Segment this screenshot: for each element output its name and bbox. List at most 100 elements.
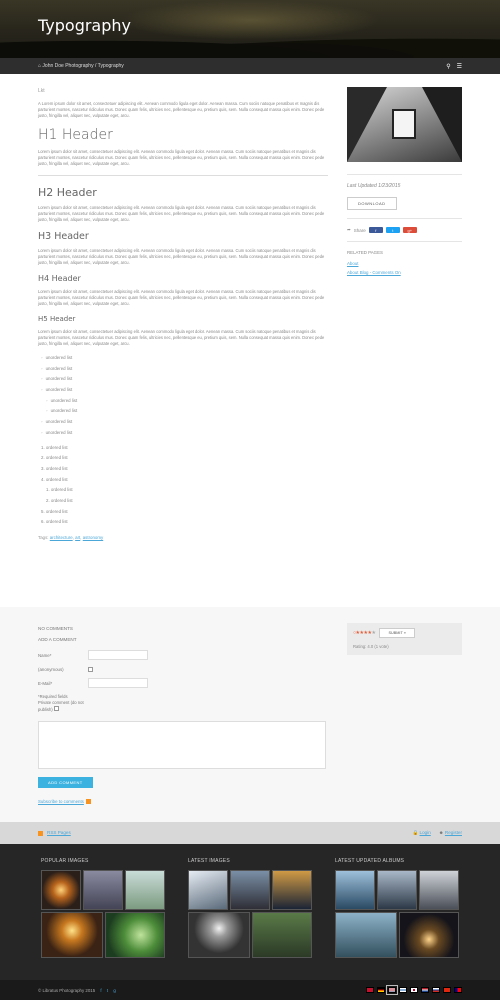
gallery-thumbnail[interactable] (272, 870, 312, 910)
flag-icon[interactable] (399, 987, 407, 993)
bottom-bar: © Libratus Photography 2015 f t g (0, 980, 500, 1000)
ordered-list: 1. ordered list 2. ordered list 3. order… (38, 445, 328, 531)
home-icon: ⌂ (38, 63, 42, 69)
flag-icon[interactable] (366, 987, 374, 993)
page-thumbnail[interactable] (347, 87, 462, 162)
gallery-thumbnail[interactable] (41, 912, 103, 958)
list-item: unordered list (38, 408, 328, 419)
sidebar: Last Updated 1/23/2015 DOWNLOAD ➦ Share … (347, 87, 462, 279)
related-link[interactable]: About (347, 261, 462, 266)
paragraph: Lorem ipsum dolor sit amet, consectetuer… (38, 289, 325, 306)
tag-list: Tags: architecture, art, astronomy (38, 535, 104, 540)
list-item: unordered list (38, 355, 328, 366)
paragraph: Lorem ipsum dolor sit amet, consectetuer… (38, 205, 325, 222)
tag-link[interactable]: astronomy (83, 535, 104, 540)
list-item: 1. ordered list (41, 444, 68, 450)
flag-icon[interactable] (410, 987, 418, 993)
tag-link[interactable]: art (75, 535, 80, 540)
list-item: unordered list (38, 376, 328, 387)
last-updated: Last Updated 1/23/2015 (347, 183, 401, 189)
rating-submit-button[interactable]: SUBMIT » (379, 628, 415, 638)
twitter-share-button[interactable]: t (385, 227, 400, 233)
related-link[interactable]: About Blog - Comments On (347, 270, 462, 275)
email-field[interactable] (88, 678, 148, 688)
name-label: Name* (38, 652, 52, 658)
name-field[interactable] (88, 650, 148, 660)
gallery-thumbnail[interactable] (230, 870, 270, 910)
breadcrumb-current: Typography (97, 63, 124, 69)
album-thumbnail[interactable] (377, 870, 417, 910)
list-item: unordered list (38, 430, 328, 441)
lock-icon: 🔒 (412, 830, 419, 835)
facebook-icon[interactable]: f (100, 988, 101, 993)
gallery-thumbnail[interactable] (188, 912, 250, 958)
share-icon: ➦ (347, 227, 351, 232)
intro-paragraph: A Lorem ipsum dolor sit amet, consectetu… (38, 101, 325, 118)
h3-header: H3 Header (38, 231, 89, 242)
anonymous-label: (anonymous) (38, 666, 64, 672)
add-comment-button[interactable]: ADD COMMENT (38, 777, 93, 788)
list-item: 2. ordered list (46, 497, 73, 503)
list-item: 1. ordered list (46, 487, 73, 493)
rating-text: Rating: 4.0 (1 vote) (353, 644, 389, 649)
unordered-list: unordered list unordered list unordered … (38, 355, 328, 441)
gallery-thumbnail[interactable] (125, 870, 165, 910)
share-bar: ➦ Share f t g+ (347, 227, 462, 233)
related-heading: RELATED PAGES (347, 250, 383, 255)
list-item: unordered list (38, 419, 328, 430)
flag-icon[interactable] (377, 987, 385, 993)
login-link[interactable]: Login (420, 830, 431, 835)
gallery-thumbnail[interactable] (252, 912, 312, 958)
twitter-icon[interactable]: t (107, 988, 108, 993)
rss-icon (85, 799, 91, 805)
private-checkbox[interactable] (53, 706, 59, 711)
h5-header: H5 Header (38, 315, 76, 323)
paragraph: Lorem ipsum dolor sit amet, consectetuer… (38, 149, 325, 166)
search-icon[interactable]: ⚲ (446, 63, 450, 70)
list-item: unordered list (38, 398, 328, 409)
gallery-thumbnail[interactable] (41, 870, 81, 910)
google-share-button[interactable]: g+ (402, 227, 417, 233)
comments-heading: NO COMMENTS (38, 626, 73, 631)
breadcrumb-home-link[interactable]: John Doe Photography (42, 63, 93, 69)
comment-textarea[interactable] (38, 721, 326, 769)
google-plus-icon[interactable]: g (113, 988, 115, 993)
email-label: E-Mail* (38, 680, 53, 686)
register-link[interactable]: Register (445, 830, 462, 835)
rating-box: ○★★★★★ SUBMIT » Rating: 4.0 (1 vote) (347, 623, 462, 655)
private-label: Private comment (do not publish) (38, 700, 84, 712)
menu-icon[interactable]: ☰ (457, 63, 462, 70)
subscribe-link[interactable]: Subscribe to comments (38, 799, 328, 805)
hero-banner: Typography (0, 0, 500, 58)
tag-link[interactable]: architecture (50, 535, 73, 540)
anonymous-checkbox[interactable] (88, 666, 93, 672)
flag-icon[interactable] (386, 985, 398, 995)
popular-images-heading: POPULAR IMAGES (41, 858, 89, 864)
add-comment-heading: ADD A COMMENT (38, 637, 77, 642)
album-thumbnail[interactable] (419, 870, 459, 910)
paragraph: Lorem ipsum dolor sit amet, consectetuer… (38, 248, 325, 265)
list-item: 4. ordered list (41, 476, 68, 482)
latest-albums-heading: LATEST UPDATED ALBUMS (335, 858, 405, 864)
album-thumbnail[interactable] (335, 912, 397, 958)
list-item: 6. ordered list (41, 519, 68, 525)
list-item: 3. ordered list (41, 465, 68, 471)
breadcrumb: ⌂ John Doe Photography / Typography (38, 63, 124, 69)
gallery-thumbnail[interactable] (105, 912, 165, 958)
download-button[interactable]: DOWNLOAD (347, 197, 397, 210)
gallery-thumbnail[interactable] (83, 870, 123, 910)
facebook-share-button[interactable]: f (368, 227, 383, 233)
flag-icon[interactable] (432, 987, 440, 993)
h4-header: H4 Header (38, 274, 81, 283)
gallery-thumbnail[interactable] (188, 870, 228, 910)
list-item: unordered list (38, 387, 328, 398)
flag-icon[interactable] (443, 987, 451, 993)
album-thumbnail[interactable] (335, 870, 375, 910)
footer: POPULAR IMAGES LATEST IMAGES LATEST UPDA… (0, 844, 500, 980)
list-item: 5. ordered list (41, 508, 68, 514)
flag-icon[interactable] (421, 987, 429, 993)
album-thumbnail[interactable] (399, 912, 459, 958)
rss-pages-link[interactable]: RSS Pages (47, 830, 71, 835)
star-rating[interactable]: ○★★★★★ (353, 630, 376, 636)
flag-icon[interactable] (454, 987, 462, 993)
